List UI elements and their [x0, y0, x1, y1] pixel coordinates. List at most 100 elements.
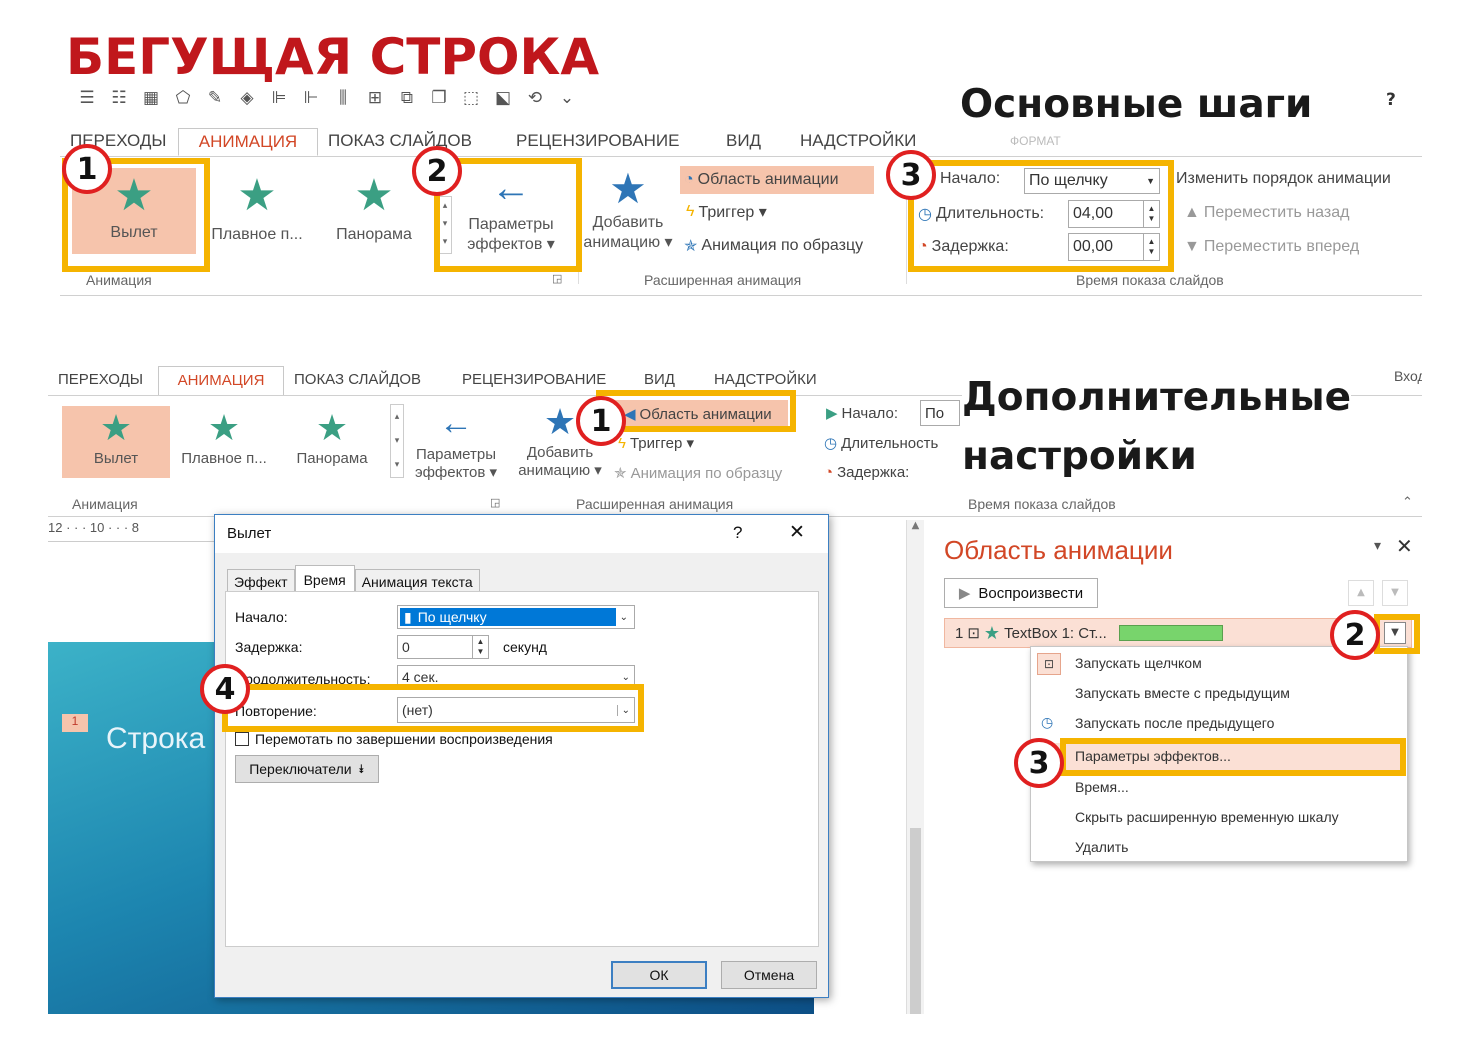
ok-button[interactable]: ОК: [611, 961, 707, 989]
mouse-icon: ⊡: [967, 625, 980, 642]
tab-timing[interactable]: Время: [294, 565, 355, 594]
start-select[interactable]: По: [920, 400, 960, 426]
play-icon: ▶: [958, 585, 971, 602]
flyin-star-icon: ★: [99, 407, 133, 448]
menu-timing[interactable]: Время...: [1075, 779, 1129, 795]
group-icon[interactable]: ⊞: [364, 88, 386, 108]
effect-options-button[interactable]: ← Параметры эффектов ▾: [410, 404, 502, 494]
gallery-item-float[interactable]: ★ Плавное п...: [174, 406, 274, 478]
more-icon[interactable]: ⌄: [556, 88, 578, 108]
animation-pane-label: Область анимации: [697, 171, 839, 188]
bring-front-icon[interactable]: ❐: [428, 88, 450, 108]
star-icon: ★: [983, 622, 1001, 643]
tab-review[interactable]: РЕЦЕНЗИРОВАНИЕ: [506, 128, 716, 156]
rewind-checkbox-row[interactable]: Перемотать по завершении воспроизведения: [235, 731, 553, 747]
tab-slideshow[interactable]: ПОКАЗ СЛАЙДОВ: [318, 128, 506, 156]
item-name: TextBox 1: Ст...: [1004, 624, 1107, 642]
selection-icon[interactable]: ⬕: [492, 88, 514, 108]
menu-remove[interactable]: Удалить: [1075, 839, 1128, 855]
mouse-icon: ▮: [404, 608, 412, 625]
add-animation-button[interactable]: ★ Добавить анимацию ▾: [578, 164, 678, 264]
group-launcher-icon[interactable]: ◲: [490, 496, 500, 509]
animation-pane-button[interactable]: ◔ Область анимации: [680, 166, 874, 194]
gallery-item-pan[interactable]: ★ Панорама: [322, 168, 426, 254]
expand-icon: ⯯: [357, 761, 365, 776]
align-obj-icon[interactable]: ⊩: [300, 88, 322, 108]
group-label-advanced: Расширенная анимация: [576, 496, 734, 512]
shapes-icon[interactable]: ⬠: [172, 88, 194, 108]
collapse-ribbon-icon[interactable]: ⌃: [1402, 494, 1413, 510]
scroll-up-icon[interactable]: ▲: [907, 520, 924, 531]
start-label: ▶ Начало:: [826, 404, 898, 423]
move-earlier-button[interactable]: ▲ Переместить назад: [1184, 204, 1349, 222]
tab-transitions[interactable]: ПЕРЕХОДЫ: [48, 366, 158, 396]
slide-text[interactable]: Строка: [106, 722, 205, 756]
sign-in-link[interactable]: Вход: [1394, 368, 1422, 384]
delay-input[interactable]: 0 ▲ ▼: [397, 635, 489, 659]
delay-spinner[interactable]: ▲ ▼: [472, 636, 488, 658]
tab-view[interactable]: ВИД: [716, 128, 790, 156]
table-icon[interactable]: ▦: [140, 88, 162, 108]
extra-settings-heading-2: настройки: [962, 434, 1197, 479]
pan-star-icon: ★: [354, 171, 394, 220]
menu-hide-timeline[interactable]: Скрыть расширенную временную шкалу: [1075, 809, 1339, 825]
move-down-button[interactable]: ▼: [1382, 580, 1408, 606]
scroll-thumb[interactable]: [910, 828, 921, 1014]
rewind-checkbox[interactable]: [235, 732, 249, 746]
tab-slideshow[interactable]: ПОКАЗ СЛАЙДОВ: [284, 366, 452, 396]
pane-close-icon[interactable]: ✕: [1396, 534, 1413, 558]
animation-tag[interactable]: 1: [62, 714, 88, 732]
group-label-timing: Время показа слайдов: [968, 496, 1116, 512]
effect-options-label-2: эффектов ▾: [414, 464, 498, 481]
vertical-scrollbar[interactable]: ▲: [906, 520, 924, 1014]
distribute-icon[interactable]: ⫼: [332, 88, 354, 108]
fill-color-icon[interactable]: ◈: [236, 88, 258, 108]
start-select[interactable]: ▮ По щелчку ⌄: [397, 605, 635, 629]
send-back-icon[interactable]: ⬚: [460, 88, 482, 108]
animation-painter-button[interactable]: ✯ Анимация по образцу: [614, 464, 782, 483]
group-label-animation: Анимация: [72, 496, 138, 512]
pan-star-icon: ★: [315, 407, 349, 448]
dialog-help-icon[interactable]: ?: [733, 523, 742, 543]
move-up-button[interactable]: ▲: [1348, 580, 1374, 606]
menu-start-with-previous[interactable]: Запускать вместе с предыдущим: [1075, 685, 1290, 701]
gallery-item-flyin[interactable]: ★ Вылет: [62, 406, 170, 478]
trigger-button[interactable]: ϟ Триггер ▾: [686, 202, 767, 222]
move-later-button[interactable]: ▼ Переместить вперед: [1184, 238, 1359, 256]
tab-animation[interactable]: АНИМАЦИЯ: [178, 128, 318, 156]
gallery-item-float[interactable]: ★ Плавное п...: [202, 168, 312, 254]
animation-pane-icon: ◔: [684, 171, 694, 188]
gallery-scroll[interactable]: ▴ ▾ ▾: [390, 404, 404, 478]
step-badge: 2: [412, 146, 462, 196]
pane-options-icon[interactable]: ▾: [1374, 538, 1381, 554]
rotate-icon[interactable]: ⟲: [524, 88, 546, 108]
step-badge: 3: [1014, 738, 1064, 788]
highlight-pane-step2: [1374, 614, 1420, 654]
animation-painter-button[interactable]: ✯ Анимация по образцу: [684, 236, 863, 256]
numbering-icon[interactable]: ☷: [108, 88, 130, 108]
ruler: 12 · · · 10 · · · 8: [48, 520, 214, 542]
align-left-icon[interactable]: ⊫: [268, 88, 290, 108]
arrange-icon[interactable]: ⧉: [396, 88, 418, 108]
timeline-bar[interactable]: [1118, 625, 1223, 641]
trigger-label: Триггер ▾: [698, 204, 767, 221]
cancel-button[interactable]: Отмена: [721, 961, 817, 989]
float-star-icon: ★: [237, 171, 277, 220]
menu-start-on-click[interactable]: Запускать щелчком: [1075, 655, 1202, 671]
dialog-close-icon[interactable]: ✕: [789, 521, 805, 544]
triggers-button[interactable]: Переключатели ⯯: [235, 755, 379, 783]
chevron-down-icon: ⌄: [621, 671, 630, 683]
trigger-button[interactable]: ϟ Триггер ▾: [618, 434, 694, 453]
play-button[interactable]: ▶ Воспроизвести: [944, 578, 1098, 608]
gallery-item-pan[interactable]: ★ Панорама: [284, 406, 380, 478]
bullets-icon[interactable]: ☰: [76, 88, 98, 108]
tab-format[interactable]: ФОРМАТ: [1010, 134, 1061, 148]
effect-dialog: Вылет ? ✕ Эффект Время Анимация текста Н…: [214, 514, 829, 998]
group-launcher-icon[interactable]: ◲: [552, 272, 562, 285]
gallery-label: Плавное п...: [211, 226, 303, 243]
pen-color-icon[interactable]: ✎: [204, 88, 226, 108]
help-icon[interactable]: ?: [1386, 90, 1396, 110]
start-label: Начало:: [235, 609, 288, 625]
tab-animation[interactable]: АНИМАЦИЯ: [158, 366, 284, 396]
menu-start-after-previous[interactable]: Запускать после предыдущего: [1075, 715, 1274, 731]
